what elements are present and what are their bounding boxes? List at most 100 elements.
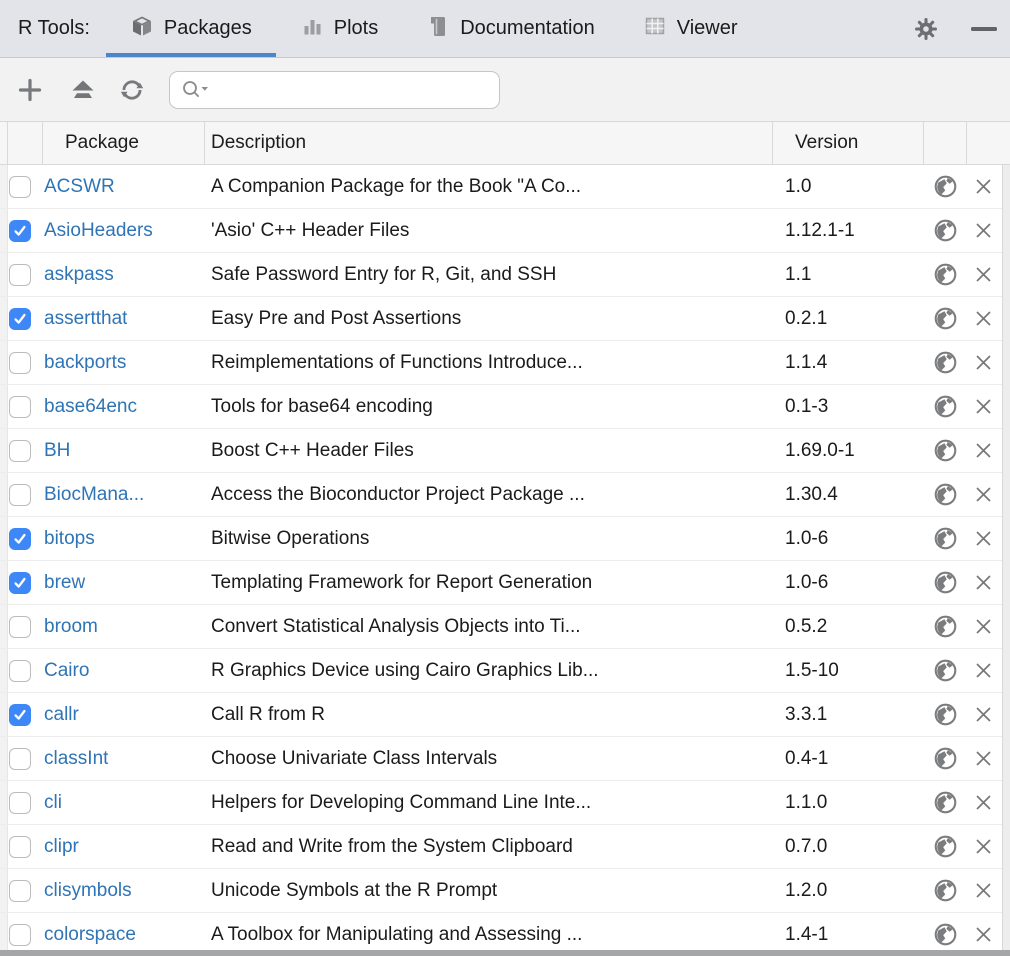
package-description: Choose Univariate Class Intervals: [205, 737, 773, 780]
globe-icon[interactable]: [933, 570, 958, 595]
package-checkbox[interactable]: [9, 572, 31, 594]
package-description: Helpers for Developing Command Line Inte…: [205, 781, 773, 824]
vertical-scrollbar[interactable]: [1002, 165, 1010, 956]
package-checkbox[interactable]: [9, 748, 31, 770]
globe-icon[interactable]: [933, 218, 958, 243]
globe-icon[interactable]: [933, 922, 958, 947]
close-icon[interactable]: [975, 354, 992, 371]
package-checkbox[interactable]: [9, 308, 31, 330]
minimize-icon[interactable]: [970, 15, 998, 43]
close-icon[interactable]: [975, 794, 992, 811]
close-icon[interactable]: [975, 618, 992, 635]
close-icon[interactable]: [975, 838, 992, 855]
search-input[interactable]: [216, 75, 499, 105]
row-gutter: [0, 297, 8, 340]
package-checkbox[interactable]: [9, 440, 31, 462]
package-checkbox[interactable]: [9, 880, 31, 902]
globe-icon[interactable]: [933, 174, 958, 199]
globe-icon[interactable]: [933, 482, 958, 507]
package-name-link[interactable]: cli: [44, 792, 62, 814]
checkbox-cell: [8, 693, 43, 736]
close-icon[interactable]: [975, 222, 992, 239]
globe-icon[interactable]: [933, 614, 958, 639]
package-checkbox[interactable]: [9, 924, 31, 946]
tab-label: Documentation: [460, 17, 595, 40]
header-checkbox-col: [8, 122, 43, 164]
header-version[interactable]: Version: [773, 122, 924, 164]
refresh-icon[interactable]: [115, 73, 149, 107]
package-checkbox[interactable]: [9, 396, 31, 418]
header-package[interactable]: Package: [43, 122, 205, 164]
package-name-link[interactable]: clipr: [44, 836, 79, 858]
close-icon[interactable]: [975, 442, 992, 459]
close-icon[interactable]: [975, 486, 992, 503]
package-name-link[interactable]: classInt: [44, 748, 108, 770]
close-icon[interactable]: [975, 398, 992, 415]
package-name-link[interactable]: ACSWR: [44, 176, 115, 198]
globe-icon[interactable]: [933, 438, 958, 463]
gear-icon[interactable]: [912, 15, 940, 43]
tab-plots[interactable]: Plots: [276, 0, 402, 57]
tab-label: Viewer: [677, 17, 738, 40]
package-name-link[interactable]: broom: [44, 616, 98, 638]
close-icon[interactable]: [975, 178, 992, 195]
package-checkbox[interactable]: [9, 528, 31, 550]
package-name-link[interactable]: brew: [44, 572, 85, 594]
close-icon[interactable]: [975, 882, 992, 899]
package-name-link[interactable]: colorspace: [44, 924, 136, 946]
close-icon[interactable]: [975, 266, 992, 283]
package-name-link[interactable]: clisymbols: [44, 880, 132, 902]
globe-icon[interactable]: [933, 526, 958, 551]
package-name-link[interactable]: bitops: [44, 528, 95, 550]
globe-icon[interactable]: [933, 394, 958, 419]
row-gutter: [0, 209, 8, 252]
package-name-link[interactable]: BiocMana...: [44, 484, 144, 506]
header-description[interactable]: Description: [205, 122, 773, 164]
package-description: Easy Pre and Post Assertions: [205, 297, 773, 340]
table-row: AsioHeaders 'Asio' C++ Header Files 1.12…: [0, 209, 1010, 253]
close-icon[interactable]: [975, 574, 992, 591]
globe-icon[interactable]: [933, 306, 958, 331]
close-icon[interactable]: [975, 530, 992, 547]
package-checkbox[interactable]: [9, 704, 31, 726]
package-name-link[interactable]: backports: [44, 352, 126, 374]
globe-icon[interactable]: [933, 834, 958, 859]
tab-packages[interactable]: Packages: [106, 0, 276, 57]
close-icon[interactable]: [975, 310, 992, 327]
package-name-link[interactable]: BH: [44, 440, 70, 462]
package-checkbox[interactable]: [9, 176, 31, 198]
package-name-link[interactable]: base64enc: [44, 396, 137, 418]
table-row: base64enc Tools for base64 encoding 0.1-…: [0, 385, 1010, 429]
package-checkbox[interactable]: [9, 660, 31, 682]
close-icon[interactable]: [975, 706, 992, 723]
upgrade-icon[interactable]: [66, 73, 100, 107]
package-name-link[interactable]: Cairo: [44, 660, 89, 682]
package-checkbox[interactable]: [9, 220, 31, 242]
package-checkbox[interactable]: [9, 484, 31, 506]
globe-icon[interactable]: [933, 262, 958, 287]
globe-icon[interactable]: [933, 350, 958, 375]
horizontal-scrollbar[interactable]: [0, 950, 1010, 956]
plus-icon[interactable]: [13, 73, 47, 107]
package-checkbox[interactable]: [9, 616, 31, 638]
package-name-link[interactable]: callr: [44, 704, 79, 726]
row-gutter: [0, 649, 8, 692]
globe-icon[interactable]: [933, 746, 958, 771]
tab-documentation[interactable]: Documentation: [402, 0, 619, 57]
close-icon[interactable]: [975, 662, 992, 679]
package-checkbox[interactable]: [9, 352, 31, 374]
package-name-link[interactable]: askpass: [44, 264, 114, 286]
package-name-link[interactable]: assertthat: [44, 308, 127, 330]
globe-icon[interactable]: [933, 790, 958, 815]
package-checkbox[interactable]: [9, 836, 31, 858]
globe-icon[interactable]: [933, 658, 958, 683]
globe-icon[interactable]: [933, 878, 958, 903]
package-name-link[interactable]: AsioHeaders: [44, 220, 153, 242]
globe-icon[interactable]: [933, 702, 958, 727]
close-icon[interactable]: [975, 926, 992, 943]
package-checkbox[interactable]: [9, 792, 31, 814]
close-icon[interactable]: [975, 750, 992, 767]
tab-viewer[interactable]: Viewer: [619, 0, 762, 57]
row-gutter: [0, 517, 8, 560]
package-checkbox[interactable]: [9, 264, 31, 286]
